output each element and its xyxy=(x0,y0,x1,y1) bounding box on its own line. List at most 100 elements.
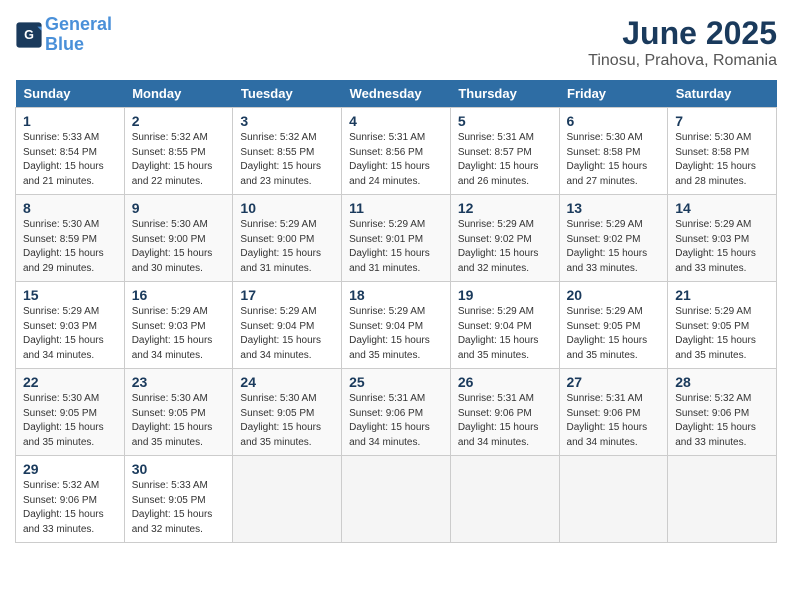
calendar-cell: 18 Sunrise: 5:29 AM Sunset: 9:04 PM Dayli… xyxy=(342,282,451,369)
logo: G GeneralBlue xyxy=(15,15,112,55)
day-number: 7 xyxy=(675,113,769,129)
calendar-cell: 28 Sunrise: 5:32 AM Sunset: 9:06 PM Dayli… xyxy=(668,369,777,456)
header-sunday: Sunday xyxy=(16,80,125,108)
calendar-cell: 1 Sunrise: 5:33 AM Sunset: 8:54 PM Daylig… xyxy=(16,108,125,195)
calendar-cell: 21 Sunrise: 5:29 AM Sunset: 9:05 PM Dayli… xyxy=(668,282,777,369)
calendar-cell: 5 Sunrise: 5:31 AM Sunset: 8:57 PM Daylig… xyxy=(450,108,559,195)
day-number: 19 xyxy=(458,287,552,303)
day-number: 30 xyxy=(132,461,226,477)
day-info: Sunrise: 5:29 AM Sunset: 9:02 PM Dayligh… xyxy=(458,218,552,276)
day-info: Sunrise: 5:29 AM Sunset: 9:03 PM Dayligh… xyxy=(23,305,117,363)
day-info: Sunrise: 5:31 AM Sunset: 9:06 PM Dayligh… xyxy=(458,392,552,450)
day-info: Sunrise: 5:29 AM Sunset: 9:02 PM Dayligh… xyxy=(567,218,661,276)
calendar-cell: 22 Sunrise: 5:30 AM Sunset: 9:05 PM Dayli… xyxy=(16,369,125,456)
calendar-week-row: 8Sunrise: 5:30 AM Sunset: 8:59 PM Daylig… xyxy=(16,195,777,282)
day-number: 22 xyxy=(23,374,117,390)
day-info: Sunrise: 5:29 AM Sunset: 9:01 PM Dayligh… xyxy=(349,218,443,276)
calendar-cell: 6Sunrise: 5:30 AM Sunset: 8:58 PM Daylig… xyxy=(559,108,668,195)
day-info: Sunrise: 5:33 AM Sunset: 9:05 PM Dayligh… xyxy=(132,479,226,537)
day-info: Sunrise: 5:29 AM Sunset: 9:03 PM Dayligh… xyxy=(132,305,226,363)
day-info: Sunrise: 5:31 AM Sunset: 9:06 PM Dayligh… xyxy=(349,392,443,450)
day-info: Sunrise: 5:31 AM Sunset: 8:57 PM Dayligh… xyxy=(458,131,552,189)
day-number: 3 xyxy=(240,113,334,129)
day-info: Sunrise: 5:29 AM Sunset: 9:05 PM Dayligh… xyxy=(567,305,661,363)
day-number: 29 xyxy=(23,461,117,477)
day-number: 28 xyxy=(675,374,769,390)
calendar-cell xyxy=(342,456,451,543)
day-number: 16 xyxy=(132,287,226,303)
calendar-cell xyxy=(450,456,559,543)
month-title: June 2025 xyxy=(588,15,777,52)
calendar-week-row: 29Sunrise: 5:32 AM Sunset: 9:06 PM Dayli… xyxy=(16,456,777,543)
header-friday: Friday xyxy=(559,80,668,108)
calendar-cell xyxy=(559,456,668,543)
day-number: 20 xyxy=(567,287,661,303)
day-number: 1 xyxy=(23,113,117,129)
logo-icon: G xyxy=(15,21,43,49)
calendar-cell: 7Sunrise: 5:30 AM Sunset: 8:58 PM Daylig… xyxy=(668,108,777,195)
calendar-cell: 24 Sunrise: 5:30 AM Sunset: 9:05 PM Dayli… xyxy=(233,369,342,456)
day-number: 4 xyxy=(349,113,443,129)
day-number: 18 xyxy=(349,287,443,303)
day-number: 21 xyxy=(675,287,769,303)
day-info: Sunrise: 5:32 AM Sunset: 8:55 PM Dayligh… xyxy=(132,131,226,189)
day-info: Sunrise: 5:29 AM Sunset: 9:04 PM Dayligh… xyxy=(240,305,334,363)
calendar-cell: 10 Sunrise: 5:29 AM Sunset: 9:00 PM Dayli… xyxy=(233,195,342,282)
calendar-header-row: SundayMondayTuesdayWednesdayThursdayFrid… xyxy=(16,80,777,108)
day-number: 11 xyxy=(349,200,443,216)
calendar-cell: 12Sunrise: 5:29 AM Sunset: 9:02 PM Dayli… xyxy=(450,195,559,282)
day-number: 15 xyxy=(23,287,117,303)
svg-text:G: G xyxy=(24,28,34,42)
day-info: Sunrise: 5:33 AM Sunset: 8:54 PM Dayligh… xyxy=(23,131,117,189)
calendar-cell: 11 Sunrise: 5:29 AM Sunset: 9:01 PM Dayli… xyxy=(342,195,451,282)
day-info: Sunrise: 5:29 AM Sunset: 9:03 PM Dayligh… xyxy=(675,218,769,276)
calendar-cell: 9Sunrise: 5:30 AM Sunset: 9:00 PM Daylig… xyxy=(124,195,233,282)
day-info: Sunrise: 5:32 AM Sunset: 9:06 PM Dayligh… xyxy=(675,392,769,450)
day-number: 24 xyxy=(240,374,334,390)
day-info: Sunrise: 5:31 AM Sunset: 9:06 PM Dayligh… xyxy=(567,392,661,450)
calendar-body: 1 Sunrise: 5:33 AM Sunset: 8:54 PM Daylig… xyxy=(16,108,777,543)
page-header: G GeneralBlue June 2025 Tinosu, Prahova,… xyxy=(15,15,777,70)
day-info: Sunrise: 5:32 AM Sunset: 8:55 PM Dayligh… xyxy=(240,131,334,189)
day-info: Sunrise: 5:30 AM Sunset: 8:59 PM Dayligh… xyxy=(23,218,117,276)
calendar-week-row: 22 Sunrise: 5:30 AM Sunset: 9:05 PM Dayli… xyxy=(16,369,777,456)
header-saturday: Saturday xyxy=(668,80,777,108)
calendar-week-row: 1 Sunrise: 5:33 AM Sunset: 8:54 PM Daylig… xyxy=(16,108,777,195)
calendar-cell: 15 Sunrise: 5:29 AM Sunset: 9:03 PM Dayli… xyxy=(16,282,125,369)
day-info: Sunrise: 5:29 AM Sunset: 9:04 PM Dayligh… xyxy=(458,305,552,363)
header-thursday: Thursday xyxy=(450,80,559,108)
calendar-cell xyxy=(233,456,342,543)
day-number: 14 xyxy=(675,200,769,216)
calendar-cell: 17 Sunrise: 5:29 AM Sunset: 9:04 PM Dayli… xyxy=(233,282,342,369)
day-info: Sunrise: 5:29 AM Sunset: 9:05 PM Dayligh… xyxy=(675,305,769,363)
calendar-cell: 25 Sunrise: 5:31 AM Sunset: 9:06 PM Dayli… xyxy=(342,369,451,456)
day-info: Sunrise: 5:29 AM Sunset: 9:04 PM Dayligh… xyxy=(349,305,443,363)
day-info: Sunrise: 5:30 AM Sunset: 9:05 PM Dayligh… xyxy=(240,392,334,450)
header-wednesday: Wednesday xyxy=(342,80,451,108)
calendar-cell: 4 Sunrise: 5:31 AM Sunset: 8:56 PM Daylig… xyxy=(342,108,451,195)
day-number: 27 xyxy=(567,374,661,390)
calendar-cell xyxy=(668,456,777,543)
calendar-cell: 29Sunrise: 5:32 AM Sunset: 9:06 PM Dayli… xyxy=(16,456,125,543)
day-info: Sunrise: 5:31 AM Sunset: 8:56 PM Dayligh… xyxy=(349,131,443,189)
day-number: 23 xyxy=(132,374,226,390)
day-number: 25 xyxy=(349,374,443,390)
calendar-cell: 2Sunrise: 5:32 AM Sunset: 8:55 PM Daylig… xyxy=(124,108,233,195)
day-number: 26 xyxy=(458,374,552,390)
day-number: 17 xyxy=(240,287,334,303)
day-info: Sunrise: 5:30 AM Sunset: 9:05 PM Dayligh… xyxy=(132,392,226,450)
calendar-cell: 13 Sunrise: 5:29 AM Sunset: 9:02 PM Dayli… xyxy=(559,195,668,282)
calendar-cell: 16 Sunrise: 5:29 AM Sunset: 9:03 PM Dayli… xyxy=(124,282,233,369)
day-info: Sunrise: 5:30 AM Sunset: 9:05 PM Dayligh… xyxy=(23,392,117,450)
day-number: 10 xyxy=(240,200,334,216)
calendar-cell: 26 Sunrise: 5:31 AM Sunset: 9:06 PM Dayli… xyxy=(450,369,559,456)
calendar-cell: 3 Sunrise: 5:32 AM Sunset: 8:55 PM Daylig… xyxy=(233,108,342,195)
day-info: Sunrise: 5:29 AM Sunset: 9:00 PM Dayligh… xyxy=(240,218,334,276)
calendar-table: SundayMondayTuesdayWednesdayThursdayFrid… xyxy=(15,80,777,543)
day-number: 5 xyxy=(458,113,552,129)
day-number: 13 xyxy=(567,200,661,216)
calendar-cell: 14 Sunrise: 5:29 AM Sunset: 9:03 PM Dayli… xyxy=(668,195,777,282)
calendar-cell: 19 Sunrise: 5:29 AM Sunset: 9:04 PM Dayli… xyxy=(450,282,559,369)
calendar-cell: 8Sunrise: 5:30 AM Sunset: 8:59 PM Daylig… xyxy=(16,195,125,282)
logo-text: GeneralBlue xyxy=(45,15,112,55)
